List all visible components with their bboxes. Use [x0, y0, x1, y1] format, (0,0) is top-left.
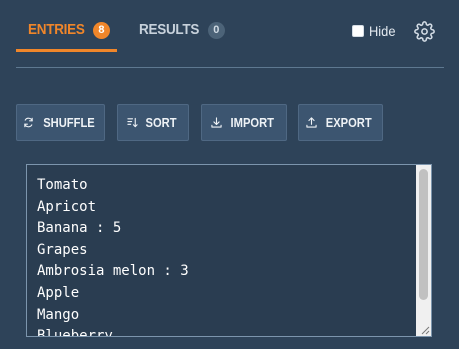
- resize-grip-icon[interactable]: [416, 321, 431, 336]
- shuffle-label: SHUFFLE: [42, 115, 95, 130]
- scrollbar-thumb[interactable]: [419, 169, 428, 300]
- import-label: IMPORT: [230, 115, 274, 130]
- sort-button[interactable]: SORT: [117, 104, 189, 141]
- entry-line: Tomato: [37, 177, 88, 193]
- tab-entries[interactable]: ENTRIES 8: [16, 14, 117, 52]
- entries-count-badge: 8: [92, 22, 110, 39]
- entry-line: Mango: [37, 306, 80, 323]
- export-label: EXPORT: [325, 115, 372, 130]
- entries-list: Tomato Apricot Banana : 5 Grapes Ambrosia me…: [37, 175, 189, 337]
- entry-line: Apricot: [37, 198, 97, 215]
- hide-label: Hide: [369, 23, 396, 39]
- entry-line: Banana : 5: [37, 220, 122, 237]
- hide-toggle[interactable]: Hide: [352, 23, 398, 39]
- sort-label: SORT: [145, 115, 177, 130]
- entries-textarea[interactable]: Tomato Apricot Banana : 5 Grapes Ambrosia me…: [26, 164, 432, 337]
- header-divider: [16, 67, 444, 68]
- tab-entries-label: ENTRIES: [28, 21, 85, 38]
- export-button[interactable]: EXPORT: [298, 104, 383, 141]
- entry-line: Blueberry: [37, 328, 113, 337]
- entry-line: Grapes: [37, 241, 88, 258]
- results-count-badge: 0: [207, 22, 225, 39]
- tab-results-label: RESULTS: [139, 21, 200, 38]
- gear-icon[interactable]: [414, 21, 435, 42]
- entry-line: Apple: [37, 284, 80, 301]
- vertical-scrollbar[interactable]: [416, 165, 431, 336]
- tab-results[interactable]: RESULTS 0: [139, 14, 225, 52]
- active-tab-indicator: [16, 49, 117, 52]
- shuffle-button[interactable]: SHUFFLE: [16, 104, 105, 141]
- hide-checkbox[interactable]: [352, 25, 364, 37]
- upload-icon: [306, 117, 317, 128]
- entry-line: Ambrosia melon : 3: [37, 263, 189, 280]
- import-button[interactable]: IMPORT: [201, 104, 287, 141]
- sort-icon: [127, 117, 138, 128]
- download-icon: [211, 117, 222, 128]
- shuffle-icon: [23, 117, 33, 128]
